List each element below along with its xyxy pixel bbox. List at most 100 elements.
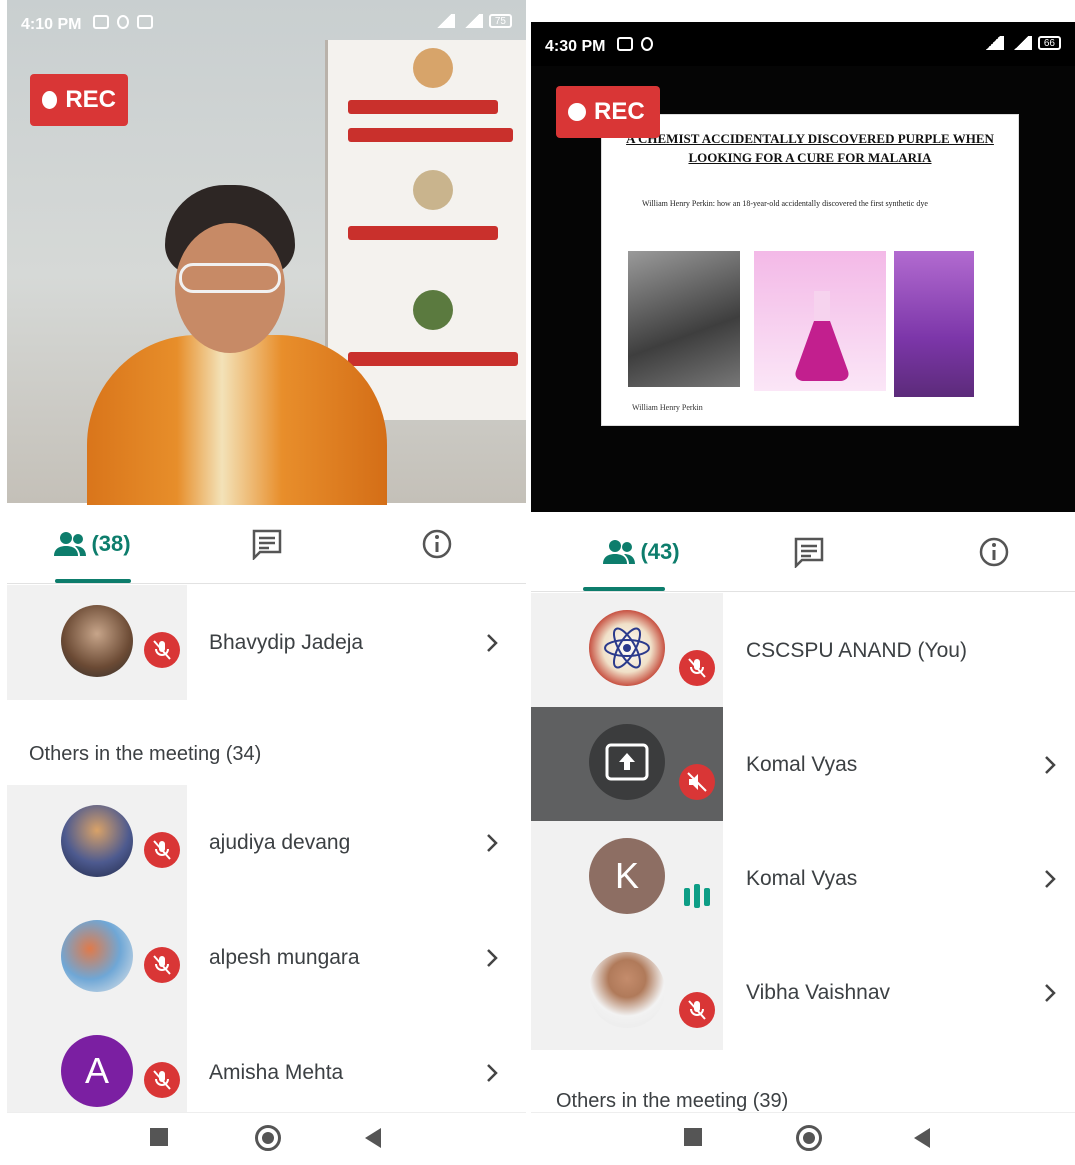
slide-photo-flask: [754, 251, 886, 391]
flask-icon: [795, 291, 849, 381]
people-count: (43): [640, 539, 680, 564]
present-screen-icon: [605, 743, 649, 781]
youtube-icon: [137, 15, 153, 29]
participant-row[interactable]: K Komal Vyas: [531, 821, 1075, 936]
status-bar: 4:30 PM 66: [531, 22, 1075, 66]
chevron-right-icon[interactable]: [1043, 935, 1057, 1050]
battery-icon: 75: [488, 14, 512, 28]
mic-off-icon: [679, 992, 715, 1028]
mic-off-icon: [144, 632, 180, 668]
app-notification-icon: [93, 15, 109, 29]
mic-off-icon: [144, 947, 180, 983]
signal-icon: [981, 36, 1004, 50]
status-time: 4:10 PM: [21, 16, 82, 33]
atom-logo-icon: [604, 627, 650, 669]
participant-row-presenting[interactable]: Komal Vyas: [531, 707, 1075, 822]
participant-tile: [531, 593, 723, 708]
battery-icon: 66: [1037, 36, 1061, 50]
chevron-right-icon[interactable]: [1043, 821, 1057, 936]
participant-tile: [531, 935, 723, 1050]
avatar: [589, 610, 665, 686]
avatar: [61, 805, 133, 877]
participant-name: Komal Vyas: [746, 866, 858, 890]
signal-icon: [1009, 36, 1032, 50]
chevron-right-icon[interactable]: [1043, 707, 1057, 822]
active-tab-indicator: [583, 587, 665, 591]
left-screen: 4:10 PM 75 REC (38) Bhavydip Jadeja Othe…: [7, 0, 526, 1165]
participant-name: alpesh mungara: [209, 945, 360, 969]
meeting-tabs: (43): [531, 513, 1075, 592]
participant-row[interactable]: ajudiya devang: [7, 785, 526, 900]
banner-tree-icon: [413, 290, 453, 330]
avatar: [61, 605, 133, 677]
participant-row[interactable]: Bhavydip Jadeja: [7, 585, 526, 700]
rec-label: REC: [65, 86, 116, 113]
participant-tile: [7, 900, 187, 1015]
back-button[interactable]: [912, 1127, 932, 1149]
people-icon: [54, 532, 87, 556]
participant-name: ajudiya devang: [209, 830, 351, 854]
tab-chat[interactable]: [232, 505, 302, 583]
slide-title: A CHEMIST ACCIDENTALLY DISCOVERED PURPLE…: [626, 131, 994, 165]
chat-icon: [252, 529, 282, 560]
tab-chat[interactable]: [774, 513, 844, 591]
signal-icon: [432, 14, 455, 28]
participant-name: CSCSPU ANAND (You): [746, 638, 967, 662]
record-dot-icon: [568, 103, 586, 121]
location-icon: [117, 15, 129, 29]
avatar: A: [61, 1035, 133, 1107]
people-icon: [603, 540, 636, 564]
chevron-right-icon[interactable]: [485, 585, 499, 700]
tab-people[interactable]: (38): [37, 505, 147, 583]
android-nav-bar: [531, 1112, 1075, 1165]
banner-logo-icon: [413, 170, 453, 210]
recording-indicator: REC: [30, 74, 128, 126]
participant-name: Komal Vyas: [746, 752, 858, 776]
back-button[interactable]: [363, 1127, 383, 1149]
signal-icon: [460, 14, 483, 28]
recents-button[interactable]: [684, 1128, 702, 1146]
slide-photo-queen: [894, 251, 974, 397]
participant-tile: [7, 585, 187, 700]
mic-off-icon: [679, 650, 715, 686]
avatar: [589, 724, 665, 800]
participant-row[interactable]: Vibha Vaishnav: [531, 935, 1075, 1050]
avatar: [61, 920, 133, 992]
participant-tile: [7, 785, 187, 900]
avatar: K: [589, 838, 665, 914]
recording-indicator: REC: [556, 86, 660, 138]
slide-caption: William Henry Perkin: [632, 403, 703, 412]
mic-off-icon: [144, 1062, 180, 1098]
chevron-right-icon[interactable]: [485, 785, 499, 900]
active-tab-indicator: [55, 579, 131, 583]
people-count: (38): [91, 531, 131, 556]
recents-button[interactable]: [150, 1128, 168, 1146]
home-button[interactable]: [255, 1125, 281, 1151]
speaker-person: [87, 185, 397, 515]
chevron-right-icon[interactable]: [485, 900, 499, 1015]
banner-text-line: [348, 128, 513, 142]
participant-tile: K: [531, 821, 723, 936]
status-bar: 4:10 PM 75: [7, 0, 526, 44]
right-screen: A CHEMIST ACCIDENTALLY DISCOVERED PURPLE…: [531, 0, 1075, 1165]
participant-row[interactable]: alpesh mungara: [7, 900, 526, 1015]
volume-off-icon: [679, 764, 715, 800]
participant-name: Bhavydip Jadeja: [209, 630, 364, 654]
participant-tile: [531, 707, 723, 822]
tab-info[interactable]: [959, 513, 1029, 591]
banner-text-line: [348, 100, 498, 114]
mic-off-icon: [144, 832, 180, 868]
tab-people[interactable]: (43): [581, 513, 701, 591]
participant-row-self[interactable]: CSCSPU ANAND (You): [531, 593, 1075, 708]
status-time: 4:30 PM: [545, 38, 606, 55]
rec-label: REC: [594, 98, 645, 125]
others-section-header: Others in the meeting (39): [556, 1090, 789, 1112]
location-icon: [641, 37, 653, 51]
slide-body-text: William Henry Perkin: how an 18-year-old…: [642, 199, 928, 208]
tab-info[interactable]: [402, 505, 472, 583]
app-notification-icon: [617, 37, 633, 51]
chat-icon: [794, 537, 824, 568]
others-section-header: Others in the meeting (34): [29, 743, 262, 765]
presentation-slide: A CHEMIST ACCIDENTALLY DISCOVERED PURPLE…: [601, 114, 1019, 426]
home-button[interactable]: [796, 1125, 822, 1151]
